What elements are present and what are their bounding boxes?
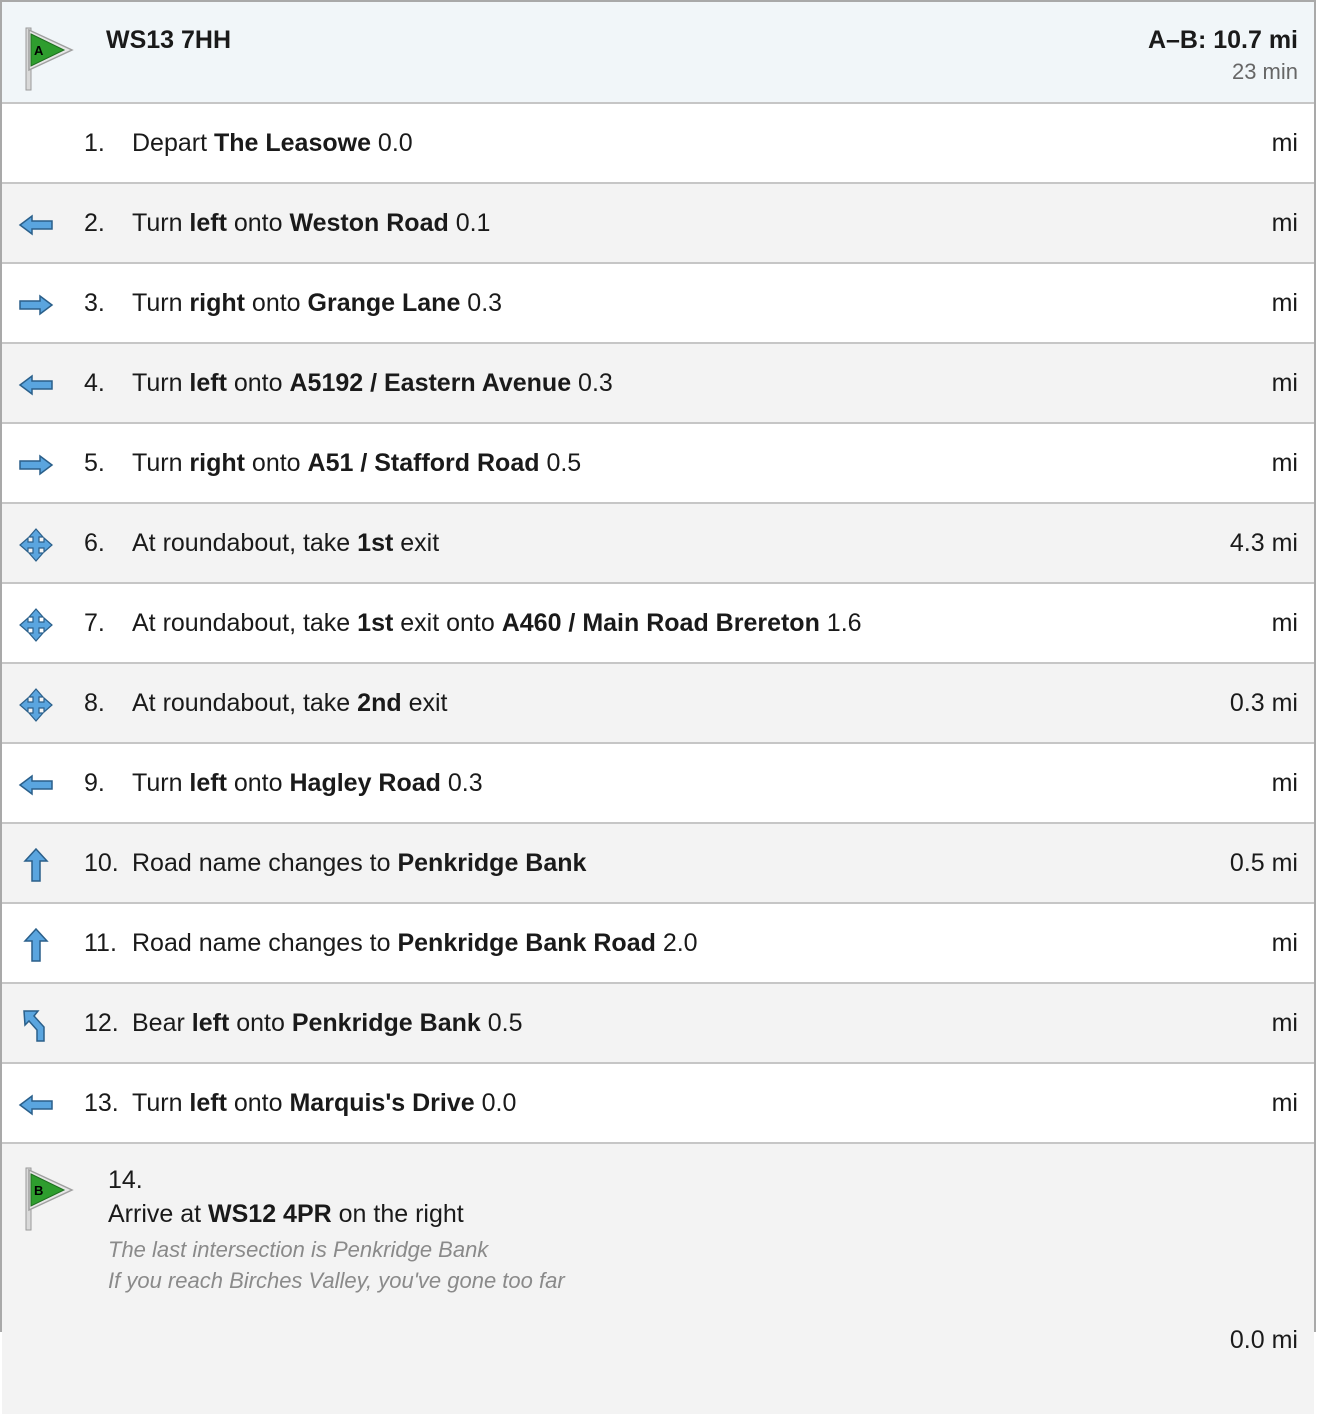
step-row[interactable]: 4. Turn left onto A5192 / Eastern Avenue … bbox=[2, 344, 1314, 424]
step-distance: mi bbox=[1271, 1009, 1298, 1037]
step-distance: mi bbox=[1271, 209, 1298, 237]
step-distance: mi bbox=[1271, 449, 1298, 477]
step-row[interactable]: 2. Turn left onto Weston Road 0.1 mi bbox=[2, 184, 1314, 264]
roundabout-icon bbox=[18, 607, 54, 643]
step-instruction: At roundabout, take 1st exit onto A460 /… bbox=[132, 609, 862, 637]
step-number: 5. bbox=[84, 449, 105, 477]
step-row[interactable]: 7. At roundabout, take 1st exit onto A460… bbox=[2, 584, 1314, 664]
turn-right-icon bbox=[18, 447, 54, 483]
start-header[interactable]: A WS13 7HH A–B: 10.7 mi 23 min bbox=[2, 2, 1314, 104]
svg-text:A: A bbox=[34, 43, 44, 58]
turn-left-icon bbox=[18, 367, 54, 403]
step-row[interactable]: 13. Turn left onto Marquis's Drive 0.0 mi bbox=[2, 1064, 1314, 1144]
step-distance: mi bbox=[1271, 929, 1298, 957]
step-row[interactable]: 3. Turn right onto Grange Lane 0.3 mi bbox=[2, 264, 1314, 344]
end-flag-icon: B bbox=[25, 1167, 74, 1231]
step-instruction: Road name changes to Penkridge Bank bbox=[132, 849, 587, 877]
arrive-note-too-far: If you reach Birches Valley, you've gone… bbox=[108, 1268, 565, 1293]
step-instruction: At roundabout, take 2nd exit bbox=[132, 689, 448, 717]
step-row[interactable]: 12. Bear left onto Penkridge Bank 0.5 mi bbox=[2, 984, 1314, 1064]
step-row[interactable]: 9. Turn left onto Hagley Road 0.3 mi bbox=[2, 744, 1314, 824]
step-number: 7. bbox=[84, 609, 105, 637]
step-row[interactable]: 1. Depart The Leasowe 0.0 mi bbox=[2, 104, 1314, 184]
step-distance: mi bbox=[1271, 289, 1298, 317]
turn-left-icon bbox=[18, 1087, 54, 1123]
step-row[interactable]: 6. At roundabout, take 1st exit 4.3 mi bbox=[2, 504, 1314, 584]
step-instruction: Turn left onto Marquis's Drive 0.0 bbox=[132, 1089, 517, 1117]
step-distance: mi bbox=[1271, 769, 1298, 797]
step-instruction: Depart The Leasowe 0.0 bbox=[132, 129, 413, 157]
step-distance: mi bbox=[1271, 129, 1298, 157]
start-flag-icon: A bbox=[25, 27, 74, 91]
step-number: 14. bbox=[108, 1166, 143, 1194]
step-distance: mi bbox=[1271, 1089, 1298, 1117]
directions-panel: A WS13 7HH A–B: 10.7 mi 23 min 1. Depart … bbox=[0, 0, 1316, 1414]
turn-left-icon bbox=[18, 207, 54, 243]
step-row[interactable]: 8. At roundabout, take 2nd exit 0.3 mi bbox=[2, 664, 1314, 744]
arrive-note-intersection: The last intersection is Penkridge Bank bbox=[108, 1237, 489, 1262]
step-number: 10. bbox=[84, 849, 119, 877]
step-distance: 0.5 mi bbox=[1229, 849, 1298, 877]
arrive-distance: 0.0 mi bbox=[1229, 1326, 1298, 1354]
step-number: 1. bbox=[84, 129, 105, 157]
step-instruction: Turn right onto Grange Lane 0.3 bbox=[132, 289, 503, 317]
step-instruction: Turn right onto A51 / Stafford Road 0.5 bbox=[132, 449, 582, 477]
roundabout-icon bbox=[18, 687, 54, 723]
total-time: 23 min bbox=[1231, 59, 1298, 84]
arrive-text: Arrive at WS12 4PR on the right bbox=[108, 1200, 464, 1228]
step-row[interactable]: 5. Turn right onto A51 / Stafford Road 0.… bbox=[2, 424, 1314, 504]
step-distance: 0.3 mi bbox=[1229, 689, 1298, 717]
step-instruction: Bear left onto Penkridge Bank 0.5 bbox=[132, 1009, 523, 1037]
step-instruction: Turn left onto Hagley Road 0.3 bbox=[132, 769, 483, 797]
step-number: 8. bbox=[84, 689, 105, 717]
step-number: 3. bbox=[84, 289, 105, 317]
total-distance: A–B: 10.7 mi bbox=[1147, 26, 1298, 54]
step-number: 9. bbox=[84, 769, 105, 797]
turn-left-icon bbox=[18, 767, 54, 803]
roundabout-icon bbox=[18, 527, 54, 563]
straight-icon bbox=[18, 927, 54, 963]
arrive-row[interactable]: B 14. Arrive at WS12 4PR on the right Th… bbox=[2, 1144, 1314, 1414]
svg-text:B: B bbox=[34, 1183, 43, 1198]
step-instruction: Turn left onto A5192 / Eastern Avenue 0.… bbox=[132, 369, 613, 397]
step-distance: mi bbox=[1271, 609, 1298, 637]
step-number: 13. bbox=[84, 1089, 119, 1117]
straight-icon bbox=[18, 847, 54, 883]
step-distance: mi bbox=[1271, 369, 1298, 397]
bear-left-icon bbox=[18, 1007, 54, 1043]
step-instruction: Turn left onto Weston Road 0.1 bbox=[132, 209, 491, 237]
step-row[interactable]: 11. Road name changes to Penkridge Bank R… bbox=[2, 904, 1314, 984]
step-number: 6. bbox=[84, 529, 105, 557]
step-number: 12. bbox=[84, 1009, 119, 1037]
step-row[interactable]: 10. Road name changes to Penkridge Bank 0.… bbox=[2, 824, 1314, 904]
steps-list: 1. Depart The Leasowe 0.0 mi 2. Turn left on… bbox=[2, 104, 1314, 1144]
step-number: 4. bbox=[84, 369, 105, 397]
step-instruction: Road name changes to Penkridge Bank Road… bbox=[132, 929, 698, 957]
start-title: WS13 7HH bbox=[106, 26, 232, 54]
step-instruction: At roundabout, take 1st exit bbox=[132, 529, 440, 557]
blank-icon bbox=[18, 127, 54, 163]
step-number: 11. bbox=[84, 929, 117, 957]
step-distance: 4.3 mi bbox=[1229, 529, 1298, 557]
step-number: 2. bbox=[84, 209, 105, 237]
turn-right-icon bbox=[18, 287, 54, 323]
